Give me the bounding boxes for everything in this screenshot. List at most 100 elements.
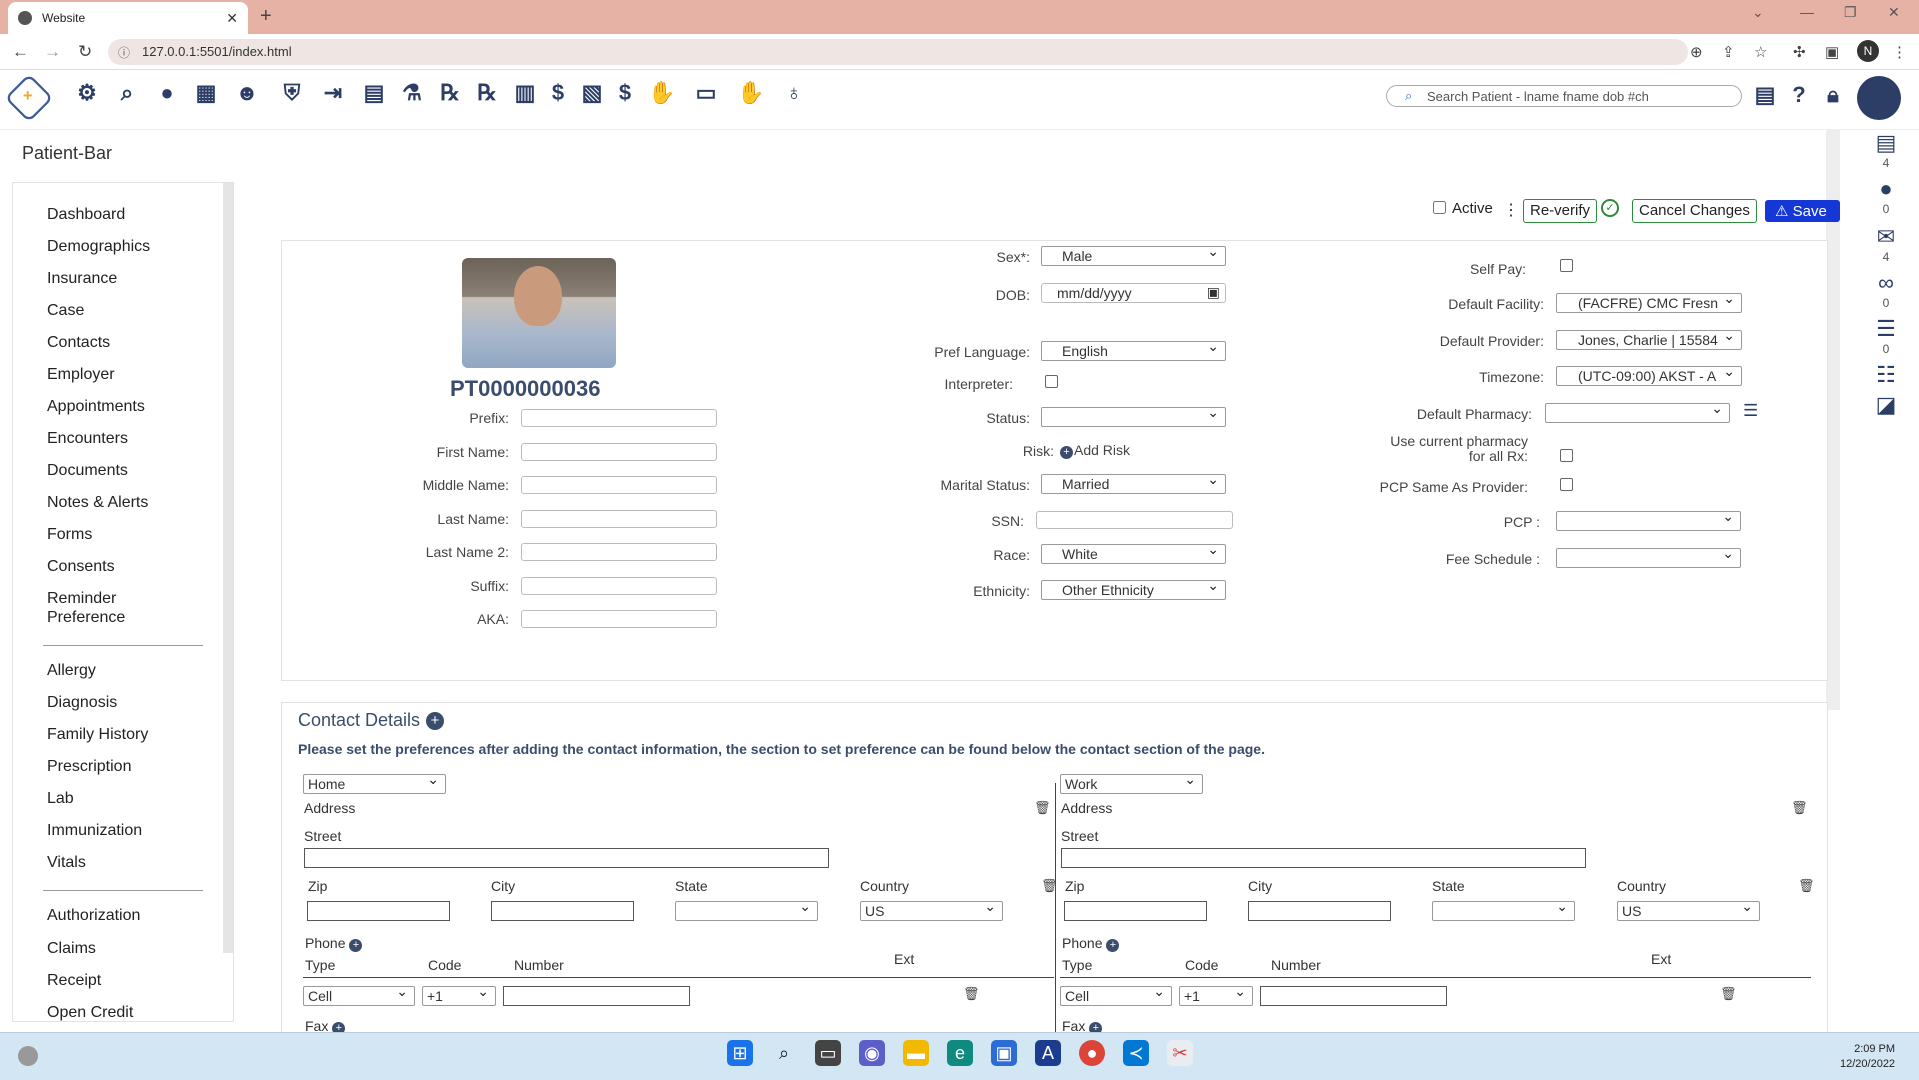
calendar-icon[interactable]: ▣ [1207,284,1220,301]
default-facility-select[interactable]: (FACFRE) CMC Fresn [1556,290,1742,313]
interpreter-checkbox[interactable] [1045,375,1058,388]
phone-type-select-work[interactable]: Cell [1060,983,1172,1006]
delete-address-icon[interactable]: 🗑︎ [1034,800,1051,816]
money-bag-icon[interactable]: ♁ [779,78,809,108]
sex-select[interactable]: Male [1041,243,1226,266]
close-tab-icon[interactable]: ✕ [226,10,238,27]
flask-icon[interactable]: ⚗ [397,78,427,108]
sidebar-item-immunization[interactable]: Immunization [47,821,142,841]
hand-holding-icon[interactable]: ✋ [736,78,766,108]
marital-status-select[interactable]: Married [1041,471,1226,494]
dollar-icon[interactable]: $ [610,78,640,108]
ssn-input[interactable] [1036,511,1233,529]
invoice-dollar-icon[interactable]: ▧ [577,78,607,108]
url-field[interactable]: ⓘ 127.0.0.1:5501/index.html [108,39,1688,65]
delete-phone-icon[interactable]: 🗑︎ [1720,986,1737,1002]
hand-holding-icon[interactable]: ✋ [647,78,677,108]
mail-rail-item[interactable]: ✉ 4 [1853,224,1919,264]
voicemail-rail-item[interactable]: ∞ 0 [1853,270,1919,310]
side-panel-icon[interactable]: ▣ [1825,43,1839,61]
middle-name-input[interactable] [521,476,717,494]
race-select[interactable]: White [1041,541,1226,564]
contact-type-select-work[interactable]: Work [1060,771,1203,794]
status-select[interactable] [1041,404,1226,427]
calendar-plus-icon[interactable]: ▤ [359,78,389,108]
reverify-button[interactable]: Re-verify [1523,199,1598,223]
rx-icon[interactable]: ℞ [472,78,502,108]
sidebar-item-demographics[interactable]: Demographics [47,237,150,257]
start-icon[interactable]: ⊞ [727,1040,753,1066]
extensions-icon[interactable]: ✣ [1793,43,1806,61]
snipping-tool-icon[interactable]: ✂ [1167,1040,1193,1066]
user-avatar[interactable] [1857,76,1901,120]
back-icon[interactable]: ← [12,42,29,62]
tasks-rail-item[interactable]: ☷ [1853,362,1919,388]
bookmark-star-icon[interactable]: ☆ [1754,43,1767,61]
ethnicity-select[interactable]: Other Ethnicity [1041,577,1226,600]
country-select-home[interactable]: US [860,898,1003,921]
sidebar-item-documents[interactable]: Documents [47,461,128,481]
zoom-icon[interactable]: ⊕ [1690,43,1703,61]
sidebar-item-case[interactable]: Case [47,301,84,321]
sidebar-item-lab[interactable]: Lab [47,789,74,809]
suffix-input[interactable] [521,577,717,595]
calendar-icon[interactable]: ▤ [1750,80,1780,110]
pcp-same-as-provider-checkbox[interactable] [1560,478,1573,491]
system-clock[interactable]: 2:09 PM 12/20/2022 [1840,1042,1895,1072]
minimize-icon[interactable]: — [1800,4,1814,20]
add-contact-icon[interactable]: + [426,712,445,730]
sidebar-item-open-credit[interactable]: Open Credit [47,1003,133,1021]
phone-number-input-work[interactable] [1260,986,1447,1006]
sidebar-item-notes-alerts[interactable]: Notes & Alerts [47,493,148,513]
chat-rail-item[interactable]: ● 0 [1853,176,1919,216]
state-select-home[interactable] [675,898,818,921]
zip-input-home[interactable] [307,901,450,921]
patient-search-input[interactable]: ⌕ Search Patient - lname fname dob #ch [1386,85,1742,107]
prefix-input[interactable] [521,409,717,427]
pharmacy-list-icon[interactable]: ☰ [1743,401,1758,421]
add-phone-icon[interactable]: + [349,939,363,952]
rx-icon[interactable]: ℞ [435,78,465,108]
store-icon[interactable]: ▣ [991,1040,1017,1066]
patient-photo[interactable] [462,258,616,368]
user-lock-icon[interactable]: ☻ [232,78,262,108]
aka-input[interactable] [521,610,717,628]
phone-code-select-home[interactable]: +1 [422,983,496,1006]
last-name-input[interactable] [521,510,717,528]
site-info-icon[interactable]: ⓘ [118,44,130,61]
profile-avatar[interactable]: N [1857,40,1879,62]
active-checkbox[interactable] [1433,201,1446,214]
sidebar-item-dashboard[interactable]: Dashboard [47,205,125,225]
sidebar-item-appointments[interactable]: Appointments [47,397,145,417]
save-button[interactable]: ⚠ Save [1765,200,1840,222]
zip-input-work[interactable] [1064,901,1207,921]
pref-language-select[interactable]: English [1041,338,1226,361]
chat-icon[interactable]: ◉ [859,1040,885,1066]
app-icon[interactable]: A [1035,1040,1061,1066]
add-risk-link[interactable]: + Add Risk [1060,442,1130,459]
country-select-work[interactable]: US [1617,898,1760,921]
shield-icon[interactable]: ⛨ [277,78,307,108]
add-phone-icon[interactable]: + [1106,939,1120,952]
search-icon[interactable]: ⌕ [112,78,142,108]
sidebar-item-diagnosis[interactable]: Diagnosis [47,693,117,713]
contact-type-select-home[interactable]: Home [303,771,446,794]
street-input-home[interactable] [304,848,829,868]
lock-icon[interactable]: 🔒︎ [1818,80,1848,110]
document-icon[interactable]: ▥ [510,78,540,108]
default-provider-select[interactable]: Jones, Charlie | 15584 [1556,327,1742,350]
card-icon[interactable]: ▭ [691,78,721,108]
self-pay-checkbox[interactable] [1560,259,1573,272]
calendar-icon[interactable]: ▦ [191,78,221,108]
task-view-icon[interactable]: ▭ [815,1040,841,1066]
vscode-icon[interactable]: ≺ [1123,1040,1149,1066]
widgets-icon[interactable] [18,1046,38,1066]
chrome-icon[interactable]: ● [1079,1040,1105,1066]
cancel-changes-button[interactable]: Cancel Changes [1632,199,1757,223]
close-window-icon[interactable]: ✕ [1888,4,1900,21]
browser-tab[interactable]: Website ✕ [8,2,248,34]
edge-icon[interactable]: e [947,1040,973,1066]
delete-address-icon[interactable]: 🗑︎ [1791,800,1808,816]
browser-menu-icon[interactable]: ⋮ [1892,43,1907,61]
dollar-icon[interactable]: $ [543,78,573,108]
